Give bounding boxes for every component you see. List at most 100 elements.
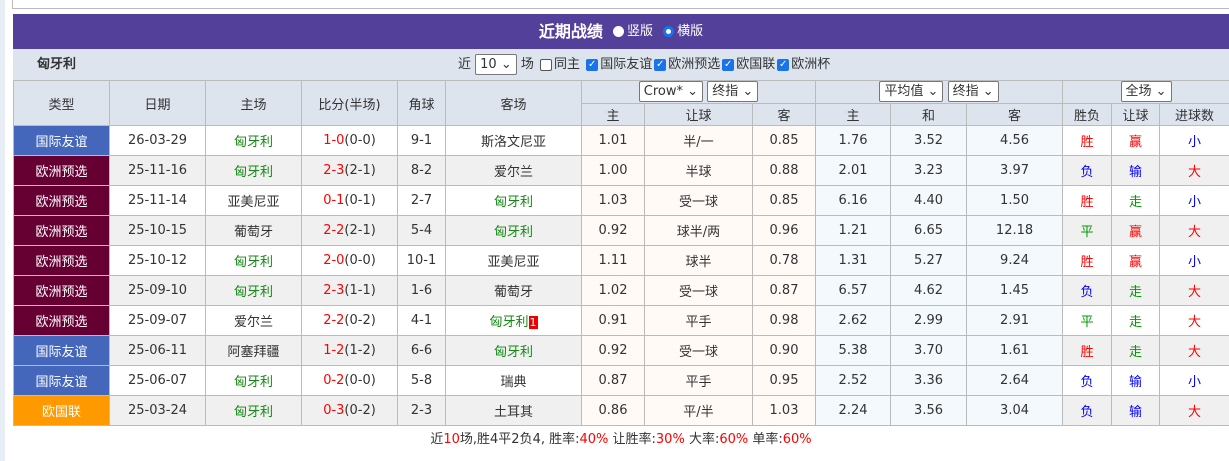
scope-select[interactable]: 全场 ⌄: [1120, 81, 1172, 103]
away-team[interactable]: 瑞典: [445, 365, 582, 396]
match-table: 类型 日期 主场 比分(半场) 角球 客场 Crow* ⌄ 终指 ⌄ 平均值 ⌄…: [13, 80, 1229, 426]
col-score: 比分(半场): [301, 80, 398, 126]
asia-away-odds: 0.95: [751, 365, 817, 396]
win-loss: 胜: [1062, 185, 1113, 216]
away-team-name[interactable]: 瑞典: [500, 375, 526, 390]
away-team-name[interactable]: 匈牙利: [494, 345, 533, 360]
league-checkbox[interactable]: ✓: [654, 58, 667, 71]
same-home-checkbox[interactable]: [540, 58, 553, 71]
home-team[interactable]: 亚美尼亚: [205, 185, 302, 216]
match-type[interactable]: 欧国联: [13, 395, 110, 426]
half-time-score: (2-1): [344, 163, 376, 178]
table-row: 欧国联 25-03-24 匈牙利 0-3(0-2) 2-3 土耳其 0.86 平…: [13, 395, 1229, 426]
match-type[interactable]: 欧洲预选: [13, 275, 110, 306]
col-type: 类型: [13, 80, 110, 126]
away-team[interactable]: 匈牙利: [445, 335, 582, 366]
home-team-name[interactable]: 葡萄牙: [234, 225, 273, 240]
match-type[interactable]: 欧洲预选: [13, 245, 110, 276]
away-team-name[interactable]: 匈牙利: [494, 195, 533, 210]
summary-count: 10: [443, 432, 460, 447]
match-type[interactable]: 国际友谊: [13, 125, 110, 156]
asia-home-odds: 0.86: [581, 395, 645, 426]
home-team-name[interactable]: 匈牙利: [234, 255, 273, 270]
home-team-name[interactable]: 匈牙利: [234, 375, 273, 390]
top-panel: [12, 0, 1229, 9]
score: 0-2(0-0): [301, 365, 398, 396]
home-team-name[interactable]: 匈牙利: [234, 135, 273, 150]
away-team[interactable]: 匈牙利: [445, 185, 582, 216]
score: 1-0(0-0): [301, 125, 398, 156]
home-team-name[interactable]: 匈牙利: [234, 165, 273, 180]
home-team-name[interactable]: 匈牙利: [234, 285, 273, 300]
score: 0-1(0-1): [301, 185, 398, 216]
over-under: 大: [1159, 155, 1229, 186]
radio-horizontal[interactable]: [663, 26, 675, 37]
odd-rate: 60%: [782, 432, 812, 447]
match-count-select[interactable]: 10 ⌄: [475, 54, 517, 75]
match-type[interactable]: 欧洲预选: [13, 215, 110, 246]
half-time-score: (2-1): [344, 223, 376, 238]
corners: 10-1: [397, 245, 446, 276]
away-team-name[interactable]: 葡萄牙: [494, 285, 533, 300]
home-team[interactable]: 匈牙利: [205, 275, 302, 306]
league-checkbox[interactable]: ✓: [586, 58, 599, 71]
same-home-label: 同主: [554, 57, 581, 72]
home-team[interactable]: 匈牙利: [205, 125, 302, 156]
home-team-name[interactable]: 匈牙利: [234, 405, 273, 420]
away-team[interactable]: 土耳其: [445, 395, 582, 426]
away-team[interactable]: 斯洛文尼亚: [445, 125, 582, 156]
half-time-score: (0-0): [344, 253, 376, 268]
home-team[interactable]: 匈牙利: [205, 245, 302, 276]
euro-company-select[interactable]: 平均值 ⌄: [879, 81, 944, 103]
away-team-name[interactable]: 斯洛文尼亚: [481, 135, 546, 150]
asia-kind-value: 终指: [712, 84, 739, 100]
away-team-name[interactable]: 匈牙利: [494, 225, 533, 240]
euro-draw-odds: 3.52: [890, 125, 968, 156]
away-team-name[interactable]: 土耳其: [494, 405, 533, 420]
league-label: 欧洲杯: [791, 57, 831, 72]
match-type[interactable]: 欧洲预选: [13, 185, 110, 216]
away-team[interactable]: 葡萄牙: [445, 275, 582, 306]
match-type[interactable]: 国际友谊: [13, 335, 110, 366]
asia-line: 平手: [644, 365, 753, 396]
league-checkbox[interactable]: ✓: [777, 58, 790, 71]
match-date: 26-03-29: [109, 125, 206, 156]
corners: 2-7: [397, 185, 446, 216]
match-type[interactable]: 欧洲预选: [13, 305, 110, 336]
league-label: 欧洲预选: [668, 57, 721, 72]
match-type[interactable]: 欧洲预选: [13, 155, 110, 186]
view-horizontal-label[interactable]: 横版: [677, 24, 703, 39]
league-checkbox[interactable]: ✓: [722, 58, 735, 71]
half-time-score: (0-1): [344, 193, 376, 208]
asia-company-select[interactable]: Crow* ⌄: [638, 81, 704, 103]
home-team-name[interactable]: 阿塞拜疆: [227, 345, 279, 360]
asia-kind-select[interactable]: 终指 ⌄: [707, 81, 759, 103]
away-team-name[interactable]: 爱尔兰: [494, 165, 533, 180]
away-team[interactable]: 亚美尼亚: [445, 245, 582, 276]
handicap-result: 走: [1111, 335, 1161, 366]
radio-vertical[interactable]: [612, 26, 624, 37]
home-team[interactable]: 匈牙利: [205, 395, 302, 426]
away-team-name[interactable]: 匈牙利: [489, 315, 528, 330]
away-team-name[interactable]: 亚美尼亚: [487, 255, 539, 270]
home-team[interactable]: 阿塞拜疆: [205, 335, 302, 366]
home-team[interactable]: 葡萄牙: [205, 215, 302, 246]
full-time-score: 2-3: [323, 283, 345, 298]
asia-away-odds: 0.85: [751, 125, 817, 156]
home-team[interactable]: 匈牙利: [205, 155, 302, 186]
away-team[interactable]: 匈牙利: [445, 215, 582, 246]
team-name: 匈牙利: [37, 57, 77, 72]
home-team[interactable]: 爱尔兰: [205, 305, 302, 336]
euro-kind-select[interactable]: 终指 ⌄: [947, 81, 999, 103]
match-type[interactable]: 国际友谊: [13, 365, 110, 396]
view-vertical-label[interactable]: 竖版: [627, 24, 653, 39]
away-team[interactable]: 爱尔兰: [445, 155, 582, 186]
home-team[interactable]: 匈牙利: [205, 365, 302, 396]
win-loss: 负: [1062, 365, 1113, 396]
away-team[interactable]: 匈牙利1: [445, 305, 582, 336]
home-team-name[interactable]: 爱尔兰: [234, 315, 273, 330]
col-euro-away: 客: [966, 102, 1064, 126]
page-edge: [0, 0, 5, 461]
asia-line: 半球: [644, 155, 753, 186]
home-team-name[interactable]: 亚美尼亚: [227, 195, 279, 210]
